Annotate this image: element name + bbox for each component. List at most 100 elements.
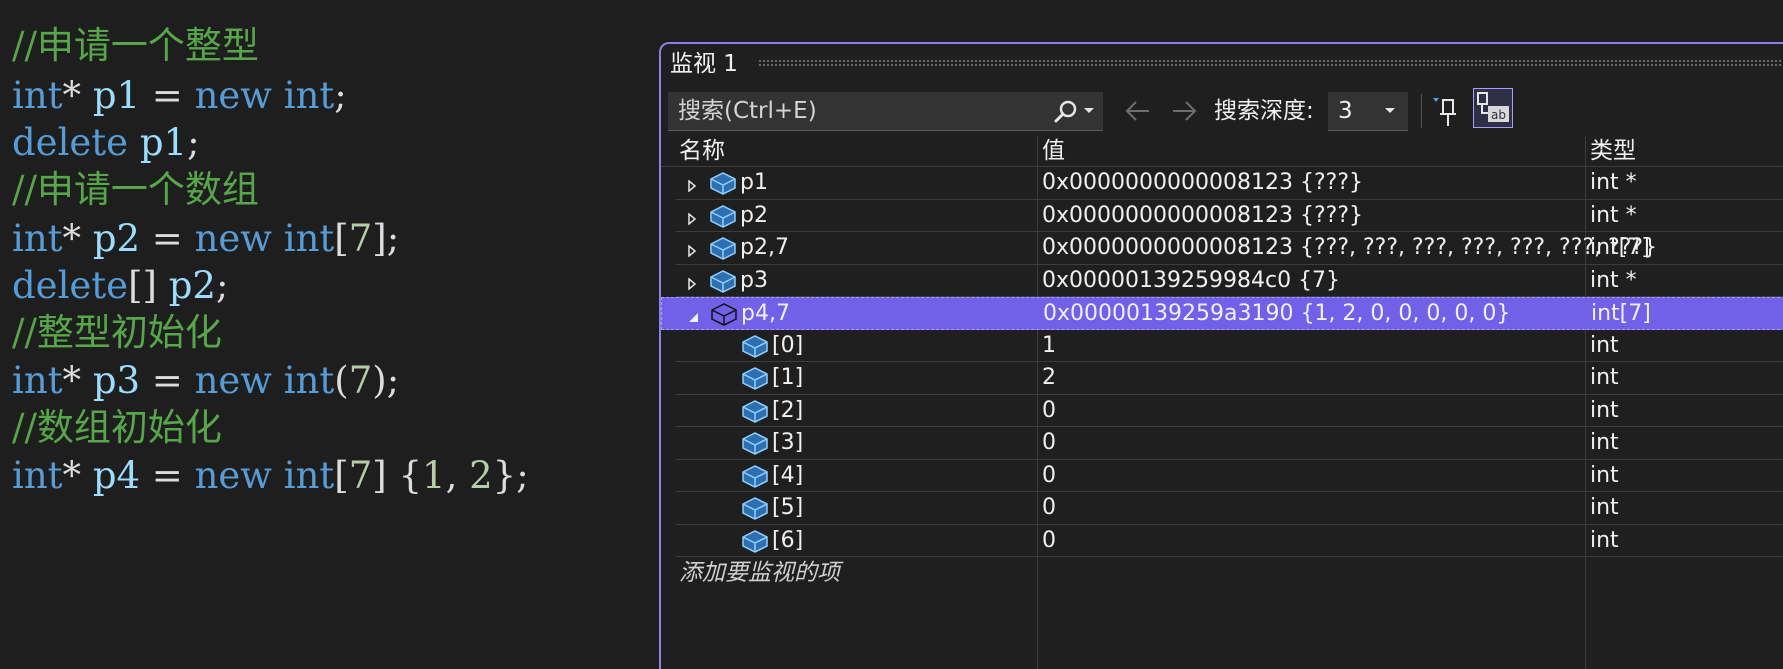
watch-type-cell: int[7] bbox=[1590, 235, 1650, 260]
watch-window-title[interactable]: 监视 1 bbox=[670, 49, 738, 79]
object-icon bbox=[740, 463, 770, 493]
watch-value-cell[interactable]: 0 bbox=[1042, 525, 1056, 557]
watch-child-row[interactable]: [1] 2 int bbox=[676, 362, 1783, 395]
watch-name-cell[interactable]: [0] bbox=[772, 330, 803, 362]
watch-row[interactable]: p4,7 0x00000139259a3190 {1, 2, 0, 0, 0, 0… bbox=[661, 297, 1783, 330]
watch-name-cell[interactable]: [6] bbox=[772, 525, 803, 557]
expand-icon[interactable] bbox=[686, 275, 698, 294]
watch-type-cell: int * bbox=[1590, 267, 1637, 293]
watch-name-cell[interactable]: p1 bbox=[740, 167, 768, 199]
watch-name-cell[interactable]: [5] bbox=[772, 492, 803, 524]
watch-name-cell[interactable]: [3] bbox=[772, 427, 803, 459]
object-icon bbox=[740, 528, 770, 558]
pin-icon[interactable] bbox=[1429, 92, 1463, 132]
watch-type-cell: int bbox=[1590, 527, 1619, 553]
watch-name-cell[interactable]: p3 bbox=[740, 265, 768, 297]
code-line: int* p2 = new int[7]; bbox=[12, 212, 399, 266]
column-header-value[interactable]: 值 bbox=[1042, 136, 1065, 166]
code-token: * bbox=[62, 359, 93, 402]
code-token: int bbox=[12, 359, 63, 402]
chevron-down-icon[interactable] bbox=[1083, 107, 1095, 115]
watch-value-cell[interactable]: 0 bbox=[1042, 492, 1056, 524]
watch-name-cell[interactable]: [4] bbox=[772, 460, 803, 492]
search-depth-select[interactable]: 3 bbox=[1328, 92, 1408, 131]
code-token: 1 bbox=[422, 454, 446, 497]
object-icon bbox=[708, 268, 738, 298]
code-token: * bbox=[62, 74, 93, 117]
comment-token: //整型初始化 bbox=[12, 311, 222, 354]
watch-child-row[interactable]: [2] 0 int bbox=[676, 395, 1783, 427]
watch-type-cell: int bbox=[1590, 462, 1619, 488]
watch-name-cell[interactable]: [2] bbox=[772, 395, 803, 427]
watch-child-row[interactable]: [5] 0 int bbox=[676, 492, 1783, 525]
code-token: ); bbox=[372, 359, 400, 402]
code-token: ] { bbox=[372, 454, 423, 497]
watch-child-row[interactable]: [0] 1 int bbox=[676, 330, 1783, 362]
code-token: int bbox=[12, 217, 63, 260]
watch-row[interactable]: p2 0x0000000000008123 {???} int * bbox=[676, 200, 1783, 233]
hex-display-button[interactable]: ab bbox=[1473, 88, 1513, 128]
object-icon bbox=[708, 170, 738, 200]
code-line: delete[] p2; bbox=[12, 259, 228, 313]
code-token: ; bbox=[334, 74, 347, 117]
search-depth-label: 搜索深度: bbox=[1214, 98, 1314, 124]
watch-window: 监视 1 搜索(Ctrl+E) 搜索深度: 3 ab 名称 值 类型 p1 0x… bbox=[659, 42, 1783, 669]
watch-value-cell[interactable]: 0 bbox=[1042, 460, 1056, 492]
code-token: [] bbox=[128, 264, 169, 307]
watch-value-cell[interactable]: 0 bbox=[1042, 395, 1056, 427]
code-token: 7 bbox=[348, 359, 373, 402]
watch-name-cell[interactable]: p4,7 bbox=[741, 298, 790, 330]
watch-type-cell: int bbox=[1590, 430, 1619, 455]
code-editor[interactable]: //申请一个整型 int* p1 = new int; delete p1;//申请… bbox=[0, 0, 655, 667]
title-grip[interactable] bbox=[758, 59, 1783, 67]
watch-value-cell[interactable]: 0x0000000000008123 {???, ???, ???, ???, … bbox=[1042, 232, 1657, 264]
code-token: p3 bbox=[92, 359, 141, 402]
toolbar-separator bbox=[1421, 94, 1422, 128]
expand-icon[interactable] bbox=[686, 242, 698, 261]
comment-token: //申请一个整型 bbox=[12, 24, 259, 67]
expand-icon[interactable] bbox=[686, 177, 698, 196]
code-token: = bbox=[140, 454, 195, 497]
watch-name-cell[interactable]: [1] bbox=[772, 362, 803, 394]
code-line: int* p1 = new int; bbox=[12, 69, 347, 123]
watch-row[interactable]: p1 0x0000000000008123 {???} int * bbox=[676, 167, 1783, 200]
code-token: p2 bbox=[168, 264, 216, 307]
code-token: [ bbox=[334, 454, 349, 497]
code-token: }; bbox=[492, 454, 529, 497]
watch-row[interactable]: p3 0x00000139259984c0 {7} int * bbox=[676, 265, 1783, 298]
object-icon bbox=[708, 203, 738, 233]
watch-type-cell: int bbox=[1590, 365, 1619, 390]
expand-icon[interactable] bbox=[686, 210, 698, 229]
watch-value-cell[interactable]: 0x0000000000008123 {???} bbox=[1042, 167, 1363, 199]
watch-value-cell[interactable]: 1 bbox=[1042, 330, 1056, 362]
arrow-right-icon[interactable] bbox=[1169, 97, 1199, 125]
search-input[interactable]: 搜索(Ctrl+E) bbox=[668, 92, 1103, 131]
watch-value-cell[interactable]: 0x00000139259984c0 {7} bbox=[1042, 265, 1340, 297]
code-token: int bbox=[12, 454, 63, 497]
watch-value-cell[interactable]: 0x0000000000008123 {???} bbox=[1042, 200, 1363, 232]
watch-name-cell[interactable]: p2,7 bbox=[740, 232, 789, 264]
watch-value-cell[interactable]: 0 bbox=[1042, 427, 1056, 459]
watch-name-cell[interactable]: p2 bbox=[740, 200, 768, 232]
code-token: [ bbox=[334, 217, 349, 260]
watch-child-row[interactable]: [3] 0 int bbox=[676, 427, 1783, 460]
object-icon bbox=[740, 430, 770, 460]
column-header-name[interactable]: 名称 bbox=[679, 136, 725, 166]
watch-child-row[interactable]: [6] 0 int bbox=[676, 525, 1783, 558]
code-token: int bbox=[283, 74, 335, 117]
collapse-icon[interactable] bbox=[687, 308, 699, 327]
watch-value-cell[interactable]: 0x00000139259a3190 {1, 2, 0, 0, 0, 0, 0} bbox=[1043, 298, 1510, 330]
search-icon[interactable] bbox=[1053, 99, 1079, 125]
watch-row[interactable]: p2,7 0x0000000000008123 {???, ???, ???, ?… bbox=[676, 232, 1783, 265]
watch-value-cell[interactable]: 2 bbox=[1042, 362, 1056, 394]
arrow-left-icon[interactable] bbox=[1123, 97, 1153, 125]
chevron-down-icon bbox=[1385, 108, 1395, 113]
code-token: ; bbox=[215, 264, 229, 307]
code-token: , bbox=[445, 454, 470, 497]
watch-child-row[interactable]: [4] 0 int bbox=[676, 460, 1783, 493]
add-watch-item-input[interactable]: 添加要监视的项 bbox=[679, 557, 840, 589]
code-token: p1 bbox=[139, 121, 188, 164]
column-header-type[interactable]: 类型 bbox=[1590, 136, 1636, 166]
watch-type-cell: int bbox=[1590, 495, 1619, 520]
